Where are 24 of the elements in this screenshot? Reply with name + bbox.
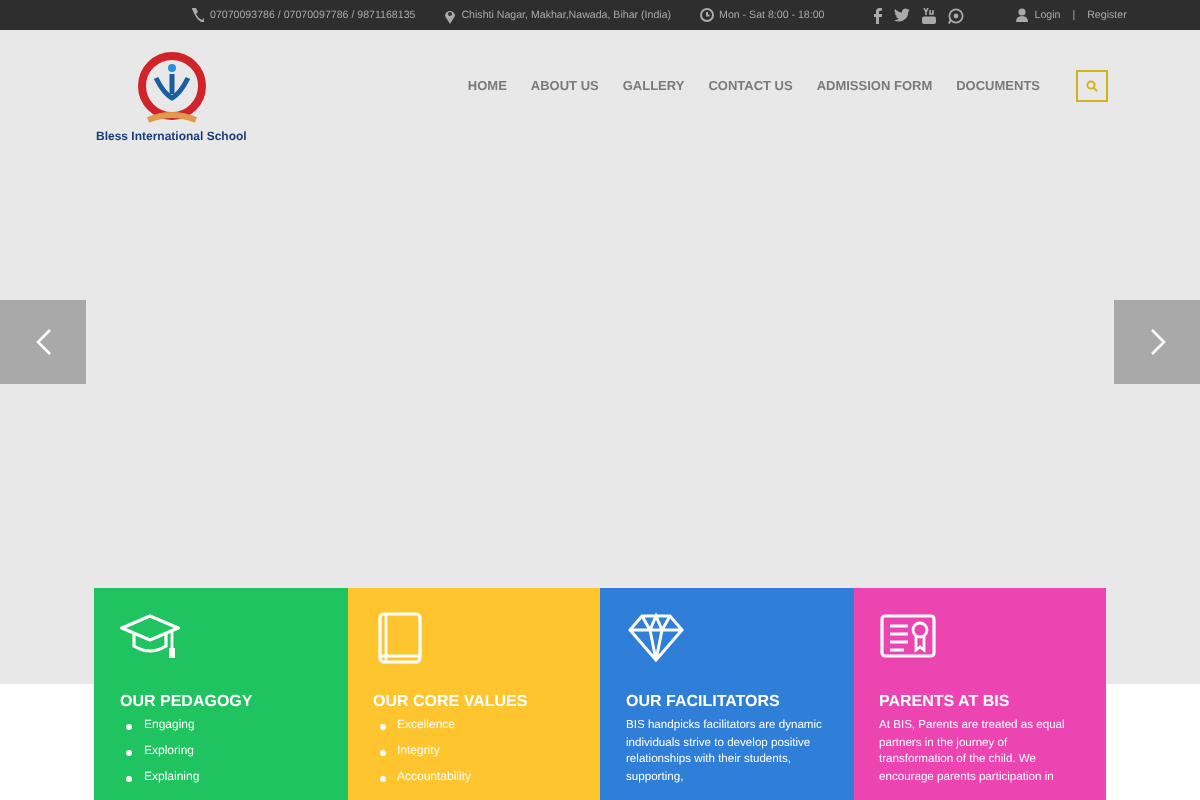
bullet-icon — [379, 776, 385, 782]
clock-icon — [699, 8, 714, 22]
facebook-icon[interactable] — [872, 7, 883, 23]
youtube-icon[interactable] — [922, 7, 937, 23]
location-pin-icon — [443, 7, 456, 23]
bullet-icon — [126, 776, 132, 782]
user-icon — [1016, 8, 1029, 22]
card-title: OUR FACILITATORS — [626, 692, 782, 712]
twitter-icon[interactable] — [894, 8, 911, 22]
card-title: OUR CORE VALUES — [373, 692, 530, 712]
card-title: PARENTS AT BIS — [879, 692, 1012, 712]
whatsapp-icon[interactable] — [948, 7, 965, 23]
chevron-right-icon — [1149, 328, 1165, 356]
graduation-cap-icon — [120, 612, 180, 664]
bullet-icon — [379, 750, 385, 756]
certificate-icon — [879, 612, 939, 664]
bullet-icon — [126, 750, 132, 756]
search-icon — [1086, 80, 1098, 92]
bullet-icon — [379, 724, 385, 730]
phone-icon — [190, 8, 204, 22]
card-title: OUR PEDAGOGY — [120, 692, 255, 712]
bullet-icon — [126, 724, 132, 730]
diamond-icon — [626, 612, 686, 664]
chevron-left-icon — [35, 328, 51, 356]
